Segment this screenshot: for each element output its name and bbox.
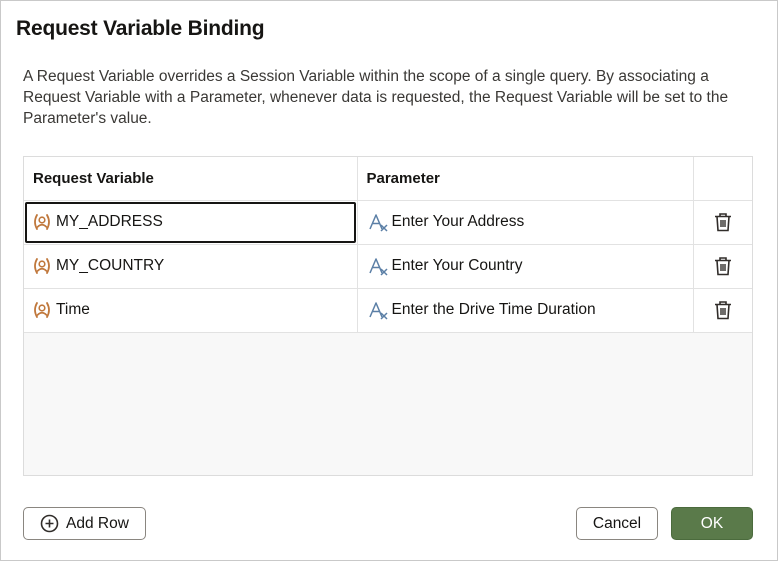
variable-name: MY_COUNTRY [56,257,165,274]
parameter-name: Enter Your Country [391,257,523,274]
variable-name: Time [56,301,90,318]
dialog-description: A Request Variable overrides a Session V… [23,68,729,127]
request-variable-icon [32,256,52,276]
parameter-cell-content[interactable]: Enter Your Country [358,245,693,288]
header-request-variable: Request Variable [24,157,358,201]
variable-cell-content[interactable]: MY_ADDRESS [24,201,357,244]
request-variable-icon [32,212,52,232]
variable-cell[interactable]: Time [24,288,358,333]
delete-cell-content [694,201,753,244]
add-row-label: Add Row [66,514,129,532]
table-row: MY_ADDRESS Enter Your Address [24,200,753,245]
parameter-cell-content[interactable]: Enter Your Address [358,201,693,244]
delete-cell [693,244,753,289]
trash-icon[interactable] [710,253,736,279]
trash-icon[interactable] [710,209,736,235]
binding-table: Request Variable Parameter MY_ADDRESS En… [24,157,752,333]
ok-button[interactable]: OK [671,507,753,540]
add-row-button[interactable]: Add Row [23,507,146,540]
parameter-name: Enter the Drive Time Duration [391,301,596,318]
parameter-cell[interactable]: Enter Your Country [357,244,694,289]
delete-cell-content [694,245,753,288]
parameter-cell[interactable]: Enter Your Address [357,200,694,245]
request-variable-icon [32,300,52,320]
variable-cell[interactable]: MY_ADDRESS [24,200,358,245]
dialog-title: Request Variable Binding [16,17,265,40]
binding-grid: Request Variable Parameter MY_ADDRESS En… [23,156,753,476]
plus-circle-icon [40,514,59,533]
parameter-icon [368,212,388,232]
variable-cell-content[interactable]: MY_COUNTRY [24,245,357,288]
variable-cell-content[interactable]: Time [24,289,357,332]
parameter-icon [368,300,388,320]
header-parameter: Parameter [357,157,694,201]
delete-cell [693,200,753,245]
delete-cell-content [694,289,753,332]
variable-name: MY_ADDRESS [56,213,163,230]
cancel-button[interactable]: Cancel [576,507,658,540]
delete-cell [693,288,753,333]
parameter-name: Enter Your Address [391,213,525,230]
header-actions [693,157,752,201]
parameter-cell-content[interactable]: Enter the Drive Time Duration [358,289,693,332]
variable-cell[interactable]: MY_COUNTRY [24,244,358,289]
parameter-icon [368,256,388,276]
trash-icon[interactable] [710,297,736,323]
table-row: Time Enter the Drive Time Duration [24,288,753,333]
table-header-row: Request Variable Parameter [24,157,752,201]
table-row: MY_COUNTRY Enter Your Country [24,244,753,289]
parameter-cell[interactable]: Enter the Drive Time Duration [357,288,694,333]
request-variable-binding-dialog: Request Variable Binding A Request Varia… [0,0,778,561]
